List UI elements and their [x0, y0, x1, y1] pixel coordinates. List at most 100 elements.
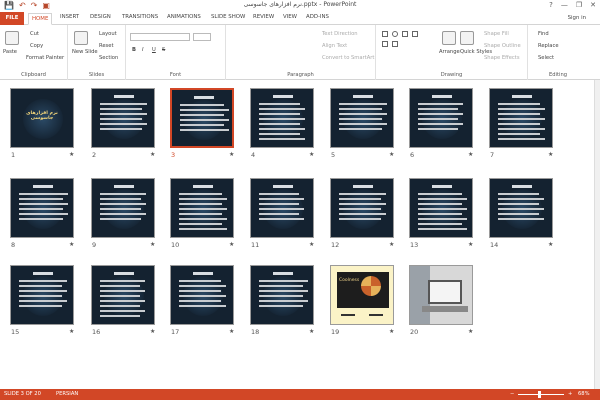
shape-effects-button[interactable]: Shape Effects: [484, 55, 520, 61]
zoom-in-button[interactable]: +: [568, 391, 572, 397]
tab-insert[interactable]: INSERT: [60, 14, 79, 20]
ribbon-home: Paste Cut Copy Format Painter Clipboard …: [0, 25, 600, 80]
cut-button[interactable]: Cut: [30, 31, 39, 37]
zoom-level[interactable]: 68%: [578, 391, 590, 397]
help-icon[interactable]: ?: [549, 1, 553, 9]
underline-button[interactable]: U: [152, 47, 156, 53]
animation-star-icon[interactable]: ★: [389, 241, 394, 248]
slide-thumbnail-5[interactable]: [330, 88, 394, 148]
close-button[interactable]: ✕: [590, 1, 596, 9]
slide-thumbnail-6[interactable]: [409, 88, 473, 148]
animation-star-icon[interactable]: ★: [309, 241, 314, 248]
shape-fill-button[interactable]: Shape Fill: [484, 31, 509, 37]
strikethrough-button[interactable]: S: [162, 47, 165, 53]
slide-thumbnail-1[interactable]: نرم افزارهای جاسوسی: [10, 88, 74, 148]
rectangle-shape-icon[interactable]: [382, 31, 388, 37]
tab-design[interactable]: DESIGN: [90, 14, 111, 20]
tab-addins[interactable]: ADD-INS: [306, 14, 329, 20]
animation-star-icon[interactable]: ★: [229, 241, 234, 248]
animation-star-icon[interactable]: ★: [69, 151, 74, 158]
animation-star-icon[interactable]: ★: [229, 328, 234, 335]
animation-star-icon[interactable]: ★: [309, 328, 314, 335]
restore-button[interactable]: ❐: [576, 1, 582, 9]
slide-heading-line: [432, 185, 452, 188]
editing-label: Editing: [548, 72, 568, 78]
slide-thumbnail-12[interactable]: [330, 178, 394, 238]
reset-button[interactable]: Reset: [99, 43, 114, 49]
select-button[interactable]: Select: [538, 55, 554, 61]
convert-smartart-button[interactable]: Convert to SmartArt: [322, 55, 374, 61]
text-direction-button[interactable]: Text Direction: [322, 31, 358, 37]
slide-thumbnail-16[interactable]: [91, 265, 155, 325]
line-shape-icon[interactable]: [402, 31, 408, 37]
slide-thumbnail-14[interactable]: [489, 178, 553, 238]
animation-star-icon[interactable]: ★: [468, 241, 473, 248]
zoom-out-button[interactable]: −: [510, 391, 514, 397]
tab-view[interactable]: VIEW: [283, 14, 297, 20]
slide-thumbnail-19[interactable]: Coolness: [330, 265, 394, 325]
slide-thumbnail-17[interactable]: [170, 265, 234, 325]
paste-button[interactable]: Paste: [3, 49, 17, 55]
bold-button[interactable]: B: [132, 47, 136, 53]
animation-star-icon[interactable]: ★: [150, 241, 155, 248]
oval-shape-icon[interactable]: [392, 31, 398, 37]
tab-review[interactable]: REVIEW: [253, 14, 274, 20]
zoom-slider[interactable]: [518, 394, 564, 395]
tab-animations[interactable]: ANIMATIONS: [167, 14, 201, 20]
animation-star-icon[interactable]: ★: [389, 151, 394, 158]
shape-outline-button[interactable]: Shape Outline: [484, 43, 521, 49]
font-size-combo[interactable]: [193, 33, 211, 41]
zoom-slider-thumb[interactable]: [538, 391, 541, 398]
font-name-combo[interactable]: [130, 33, 190, 41]
slide-thumbnail-13[interactable]: [409, 178, 473, 238]
section-button[interactable]: Section: [99, 55, 118, 61]
slide-thumbnail-8[interactable]: [10, 178, 74, 238]
find-button[interactable]: Find: [538, 31, 549, 37]
arrange-button[interactable]: Arrange: [439, 49, 460, 55]
animation-star-icon[interactable]: ★: [389, 328, 394, 335]
tab-file[interactable]: FILE: [0, 12, 24, 25]
slide-thumbnail-4[interactable]: [250, 88, 314, 148]
minimize-button[interactable]: —: [561, 1, 568, 9]
animation-star-icon[interactable]: ★: [468, 151, 473, 158]
animation-star-icon[interactable]: ★: [150, 151, 155, 158]
new-slide-icon[interactable]: [74, 31, 88, 45]
align-text-button[interactable]: Align Text: [322, 43, 347, 49]
animation-star-icon[interactable]: ★: [468, 328, 473, 335]
italic-button[interactable]: I: [142, 47, 144, 53]
slide-thumbnail-9[interactable]: [91, 178, 155, 238]
format-painter-button[interactable]: Format Painter: [26, 55, 64, 61]
new-slide-button[interactable]: New Slide: [72, 49, 98, 55]
slide-thumbnail-10[interactable]: [170, 178, 234, 238]
slide-thumbnail-7[interactable]: [489, 88, 553, 148]
replace-button[interactable]: Replace: [538, 43, 559, 49]
arrange-icon[interactable]: [442, 31, 456, 45]
animation-star-icon[interactable]: ★: [229, 151, 234, 158]
copy-button[interactable]: Copy: [30, 43, 43, 49]
animation-star-icon[interactable]: ★: [309, 151, 314, 158]
textbox-shape-icon[interactable]: [392, 41, 398, 47]
slide-thumbnail-15[interactable]: [10, 265, 74, 325]
sign-in-link[interactable]: Sign in: [568, 15, 586, 21]
tab-transitions[interactable]: TRANSITIONS: [122, 14, 158, 20]
tab-home[interactable]: HOME: [28, 13, 53, 25]
language-indicator[interactable]: PERSIAN: [56, 391, 78, 397]
slide-thumbnail-11[interactable]: [250, 178, 314, 238]
animation-star-icon[interactable]: ★: [69, 241, 74, 248]
triangle-shape-icon[interactable]: [382, 41, 388, 47]
slide-thumbnail-18[interactable]: [250, 265, 314, 325]
animation-star-icon[interactable]: ★: [69, 328, 74, 335]
tab-slideshow[interactable]: SLIDE SHOW: [211, 14, 245, 20]
layout-button[interactable]: Layout: [99, 31, 117, 37]
animation-star-icon[interactable]: ★: [548, 241, 553, 248]
arrow-shape-icon[interactable]: [412, 31, 418, 37]
slide-thumbnail-3[interactable]: [170, 88, 234, 148]
slide-thumbnail-20[interactable]: [409, 265, 473, 325]
slide-thumbnail-2[interactable]: [91, 88, 155, 148]
vertical-scrollbar[interactable]: [594, 80, 600, 389]
quick-styles-icon[interactable]: [460, 31, 474, 45]
animation-star-icon[interactable]: ★: [150, 328, 155, 335]
slide-text-line: [498, 128, 545, 130]
animation-star-icon[interactable]: ★: [548, 151, 553, 158]
paste-icon[interactable]: [5, 31, 19, 45]
